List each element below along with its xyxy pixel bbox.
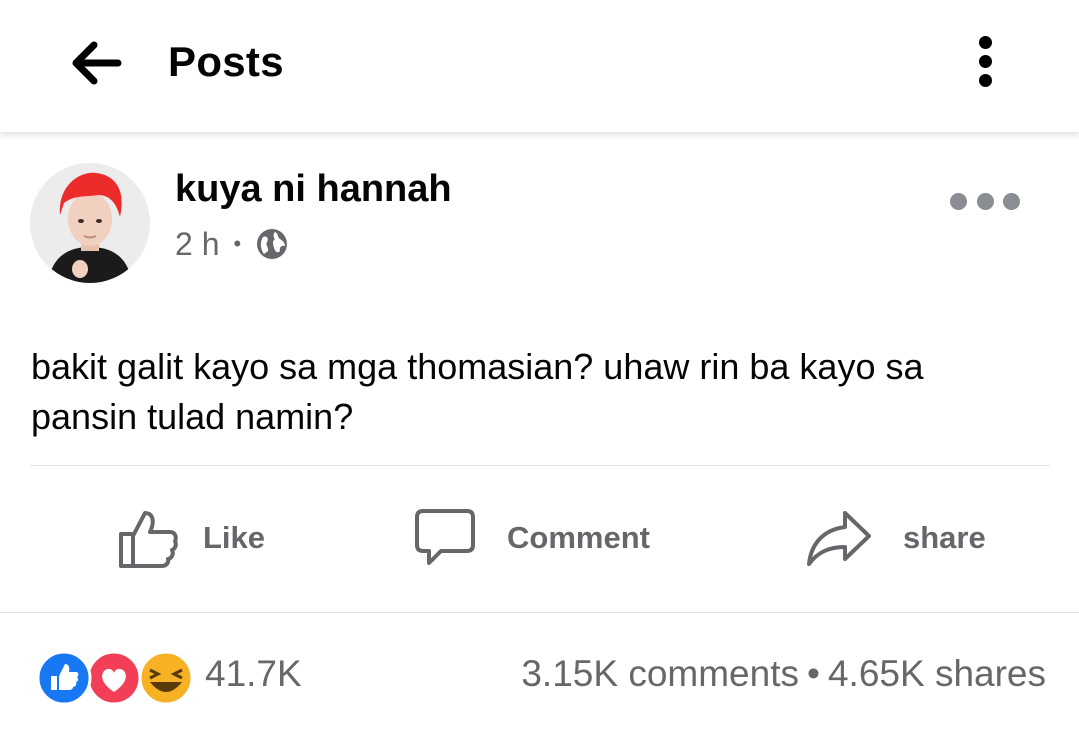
page-title: Posts	[168, 38, 284, 85]
divider	[0, 612, 1079, 613]
globe-icon	[257, 229, 288, 259]
meta-separator: •	[233, 231, 242, 256]
divider	[30, 465, 1050, 466]
post-options-icon[interactable]	[950, 190, 1020, 212]
reaction-count[interactable]: 41.7K	[205, 653, 302, 695]
share-count[interactable]: 4.65K shares	[828, 653, 1046, 695]
top-bar: Posts	[0, 0, 1079, 133]
post-text: bakit galit kayo sa mga thomasian? uhaw …	[31, 346, 924, 437]
like-reaction-icon	[36, 650, 92, 706]
kebab-menu-icon[interactable]	[970, 36, 1000, 92]
author-name[interactable]: kuya ni hannah	[175, 168, 452, 211]
like-label: Like	[203, 519, 266, 555]
reaction-icons[interactable]	[36, 648, 206, 708]
like-button[interactable]: Like	[117, 500, 265, 575]
share-label: share	[903, 519, 986, 555]
action-bar: Like Comment share	[0, 500, 1079, 575]
comment-count[interactable]: 3.15K comments	[521, 653, 799, 695]
like-icon	[119, 510, 178, 568]
post-time[interactable]: 2 h	[175, 226, 219, 263]
share-icon	[807, 510, 871, 566]
back-arrow-icon	[72, 41, 122, 85]
comment-button[interactable]: Comment	[413, 500, 650, 575]
haha-reaction-icon	[138, 650, 194, 706]
post-stats: 3.15K comments • 4.65K shares	[521, 653, 1046, 695]
stats-separator: •	[807, 653, 820, 694]
comment-label: Comment	[507, 519, 650, 555]
avatar[interactable]	[30, 163, 150, 283]
comment-icon	[415, 508, 475, 565]
back-button[interactable]	[70, 40, 122, 86]
post-meta: 2 h •	[175, 222, 289, 266]
love-reaction-icon	[86, 650, 142, 706]
share-button[interactable]: share	[805, 500, 986, 575]
